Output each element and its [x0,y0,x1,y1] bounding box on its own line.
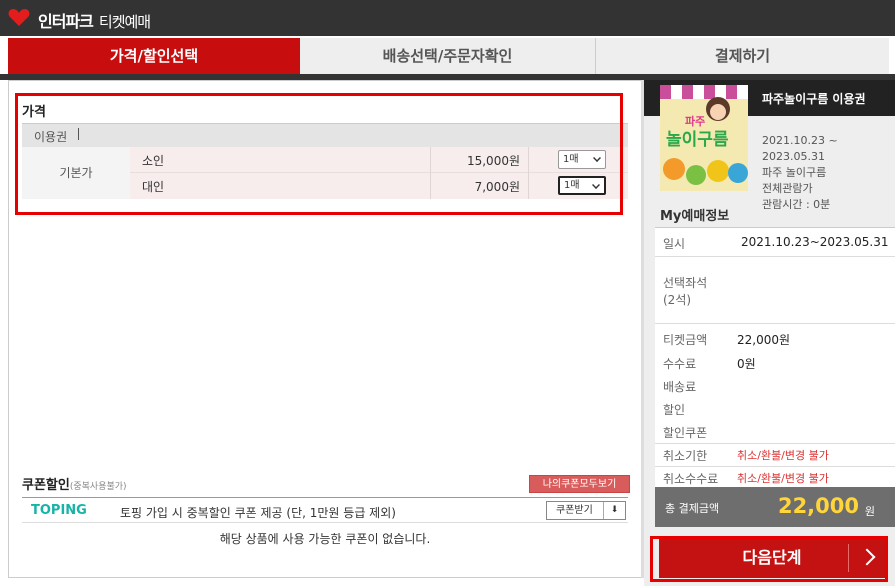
row-label: (2석) [663,293,692,307]
row-value: 22,000원 [737,333,791,347]
tab-payment[interactable]: 결제하기 [595,38,889,74]
coupon-title-text: 쿠폰할인 [22,478,70,493]
brand-title: 인터파크 티켓예매 [38,8,151,32]
divider [655,323,895,324]
row-value: 취소/환불/변경 불가 [737,449,829,462]
download-icon: ⬇ [603,502,625,519]
top-bar: 인터파크 티켓예매 [0,0,895,36]
product-period-end: 2023.05.31 [762,150,825,163]
row-label: 배송료 [663,380,697,394]
product-name: 파주놀이구름 이용권 [762,92,866,106]
step-tabs: 가격/할인선택 배송선택/주문자확인 결제하기 [8,38,889,74]
row-value: 2021.10.23~2023.05.31 [741,235,889,249]
product-period-start: 2021.10.23 ~ [762,134,838,147]
row-value: 0원 [737,357,756,371]
tab-delivery-confirm[interactable]: 배송선택/주문자확인 [300,38,595,74]
coupon-section-title: 쿠폰할인(중복사용불가) [22,474,127,493]
product-duration: 관람시간 : 0분 [762,198,831,211]
tab-price-discount[interactable]: 가격/할인선택 [8,38,316,74]
row-label: 티켓금액 [663,333,708,347]
divider [655,256,895,257]
coupon-row: TOPING 토핑 가입 시 중복할인 쿠폰 제공 (단, 1만원 등급 제외)… [22,497,628,523]
row-value: 취소/환불/변경 불가 [737,472,829,485]
highlight-box [15,93,623,215]
total-payment-box: 총 결제금액 22,000 원 [655,487,895,527]
total-amount: 22,000 [777,494,859,518]
total-label: 총 결제금액 [665,502,720,515]
my-booking-table: 일시 2021.10.23~2023.05.31 선택좌석 (2석) 티켓금액 22… [655,227,895,487]
toping-logo: TOPING [31,503,87,518]
row-label: 할인 [663,403,686,417]
product-venue: 파주 놀이구름 [762,166,827,179]
receive-coupon-button[interactable]: 쿠폰받기 ⬇ [546,501,626,520]
poster-image: 파주 놀이구름 [660,85,748,191]
view-my-coupons-button[interactable]: 나의쿠폰모두보기 [529,475,630,493]
product-info: 2021.10.23 ~ 2023.05.31 파주 놀이구름 전체관람가 관람… [762,133,838,213]
svg-text:파주: 파주 [685,114,705,128]
brand-name: 인터파크 [38,12,94,31]
receive-coupon-label: 쿠폰받기 [556,505,593,516]
coupon-description: 토핑 가입 시 중복할인 쿠폰 제공 (단, 1만원 등급 제외) [120,506,396,520]
divider [655,443,895,444]
brand-subtitle: 티켓예매 [98,13,151,31]
row-label: 취소기한 [663,449,708,463]
row-label: 할인쿠폰 [663,426,708,440]
svg-text:놀이구름: 놀이구름 [666,130,729,150]
row-label: 수수료 [663,357,697,371]
product-poster: 파주 놀이구름 [660,85,748,191]
highlight-box [650,536,888,582]
coupon-note: (중복사용불가) [69,482,127,492]
row-label: 취소수수료 [663,472,719,486]
product-rating: 전체관람가 [762,182,813,195]
heart-logo-icon [8,9,30,26]
divider [655,466,895,467]
my-booking-title: My예매정보 [660,209,730,224]
total-unit: 원 [864,505,875,518]
row-label: 선택좌석 [663,276,708,290]
row-label: 일시 [663,237,686,251]
no-coupon-message: 해당 상품에 사용 가능한 쿠폰이 없습니다. [219,532,431,546]
